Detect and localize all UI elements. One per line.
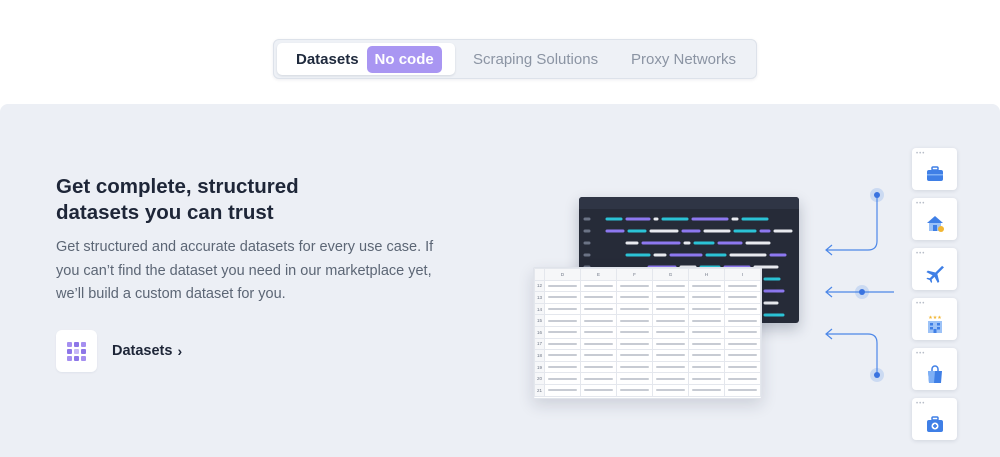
sheet-row: 12: [534, 279, 761, 293]
sheet-column-header: G: [652, 268, 689, 281]
briefcase-card[interactable]: •••: [912, 148, 957, 190]
home-icon: [927, 216, 944, 232]
sheet-row-number: 16: [534, 325, 545, 339]
sheet-column-header: H: [688, 268, 725, 281]
sheet-row: 20: [534, 372, 761, 385]
first-aid-card[interactable]: •••: [912, 398, 957, 440]
sheet-row-number: 15: [534, 314, 545, 327]
datasets-panel: Get complete, structured datasets you ca…: [0, 104, 1000, 457]
sheet-row-number: 21: [534, 383, 545, 397]
svg-text:★★★: ★★★: [928, 315, 942, 321]
sheet-header-row: D E F G H I: [534, 268, 761, 281]
hotel-card[interactable]: ••• ★★★: [912, 298, 957, 340]
sheet-row: 17: [534, 337, 761, 351]
airplane-icon: [926, 265, 944, 283]
shopping-bag-icon: [928, 365, 942, 383]
no-code-badge: No code: [366, 45, 442, 73]
connector-lines: [825, 188, 894, 382]
home-card[interactable]: •••: [912, 198, 957, 240]
hotel-icon: ★★★: [928, 315, 942, 333]
briefcase-icon: [927, 166, 943, 181]
sheet-row: 21: [534, 383, 761, 397]
sheet-row-number: 20: [534, 372, 545, 385]
connector-top: [826, 195, 878, 251]
tab-datasets-label: Datasets: [296, 50, 359, 68]
airplane-card[interactable]: •••: [912, 248, 957, 290]
tab-proxy-networks[interactable]: Proxy Networks: [631, 43, 736, 75]
product-tabs: Datasets No code Scraping Solutions Prox…: [273, 39, 757, 79]
sheet-row-number: 17: [534, 337, 545, 351]
sheet-column-header: D: [544, 268, 581, 281]
page: Datasets No code Scraping Solutions Prox…: [0, 0, 1000, 457]
sheet-column-header: E: [580, 268, 617, 281]
sheet-row: 13: [534, 291, 761, 304]
spreadsheet: D E F G H I 12 13 14 15 16 17 18 19 20 2…: [533, 267, 762, 399]
sheet-row-number: 14: [534, 302, 545, 316]
sheet-column-header: I: [724, 268, 761, 281]
sheet-row: 18: [534, 349, 761, 362]
sheet-row: 19: [534, 360, 761, 374]
sheet-row-number: 12: [534, 279, 545, 293]
sheet-column-header: [534, 268, 545, 281]
first-aid-icon: [927, 416, 943, 432]
sheet-column-header: F: [616, 268, 653, 281]
sheet-row: 15: [534, 314, 761, 327]
sheet-row-number: 19: [534, 360, 545, 374]
sheet-row: 16: [534, 325, 761, 339]
shopping-bag-card[interactable]: •••: [912, 348, 957, 390]
connector-bottom: [826, 333, 878, 375]
tab-scraping-solutions[interactable]: Scraping Solutions: [473, 43, 598, 75]
sheet-row: 14: [534, 302, 761, 316]
sheet-row-number: 13: [534, 291, 545, 304]
tab-datasets[interactable]: Datasets No code: [277, 43, 455, 75]
dataset-illustration: D E F G H I 12 13 14 15 16 17 18 19 20 2…: [0, 104, 1000, 457]
sheet-row-number: 18: [534, 349, 545, 362]
